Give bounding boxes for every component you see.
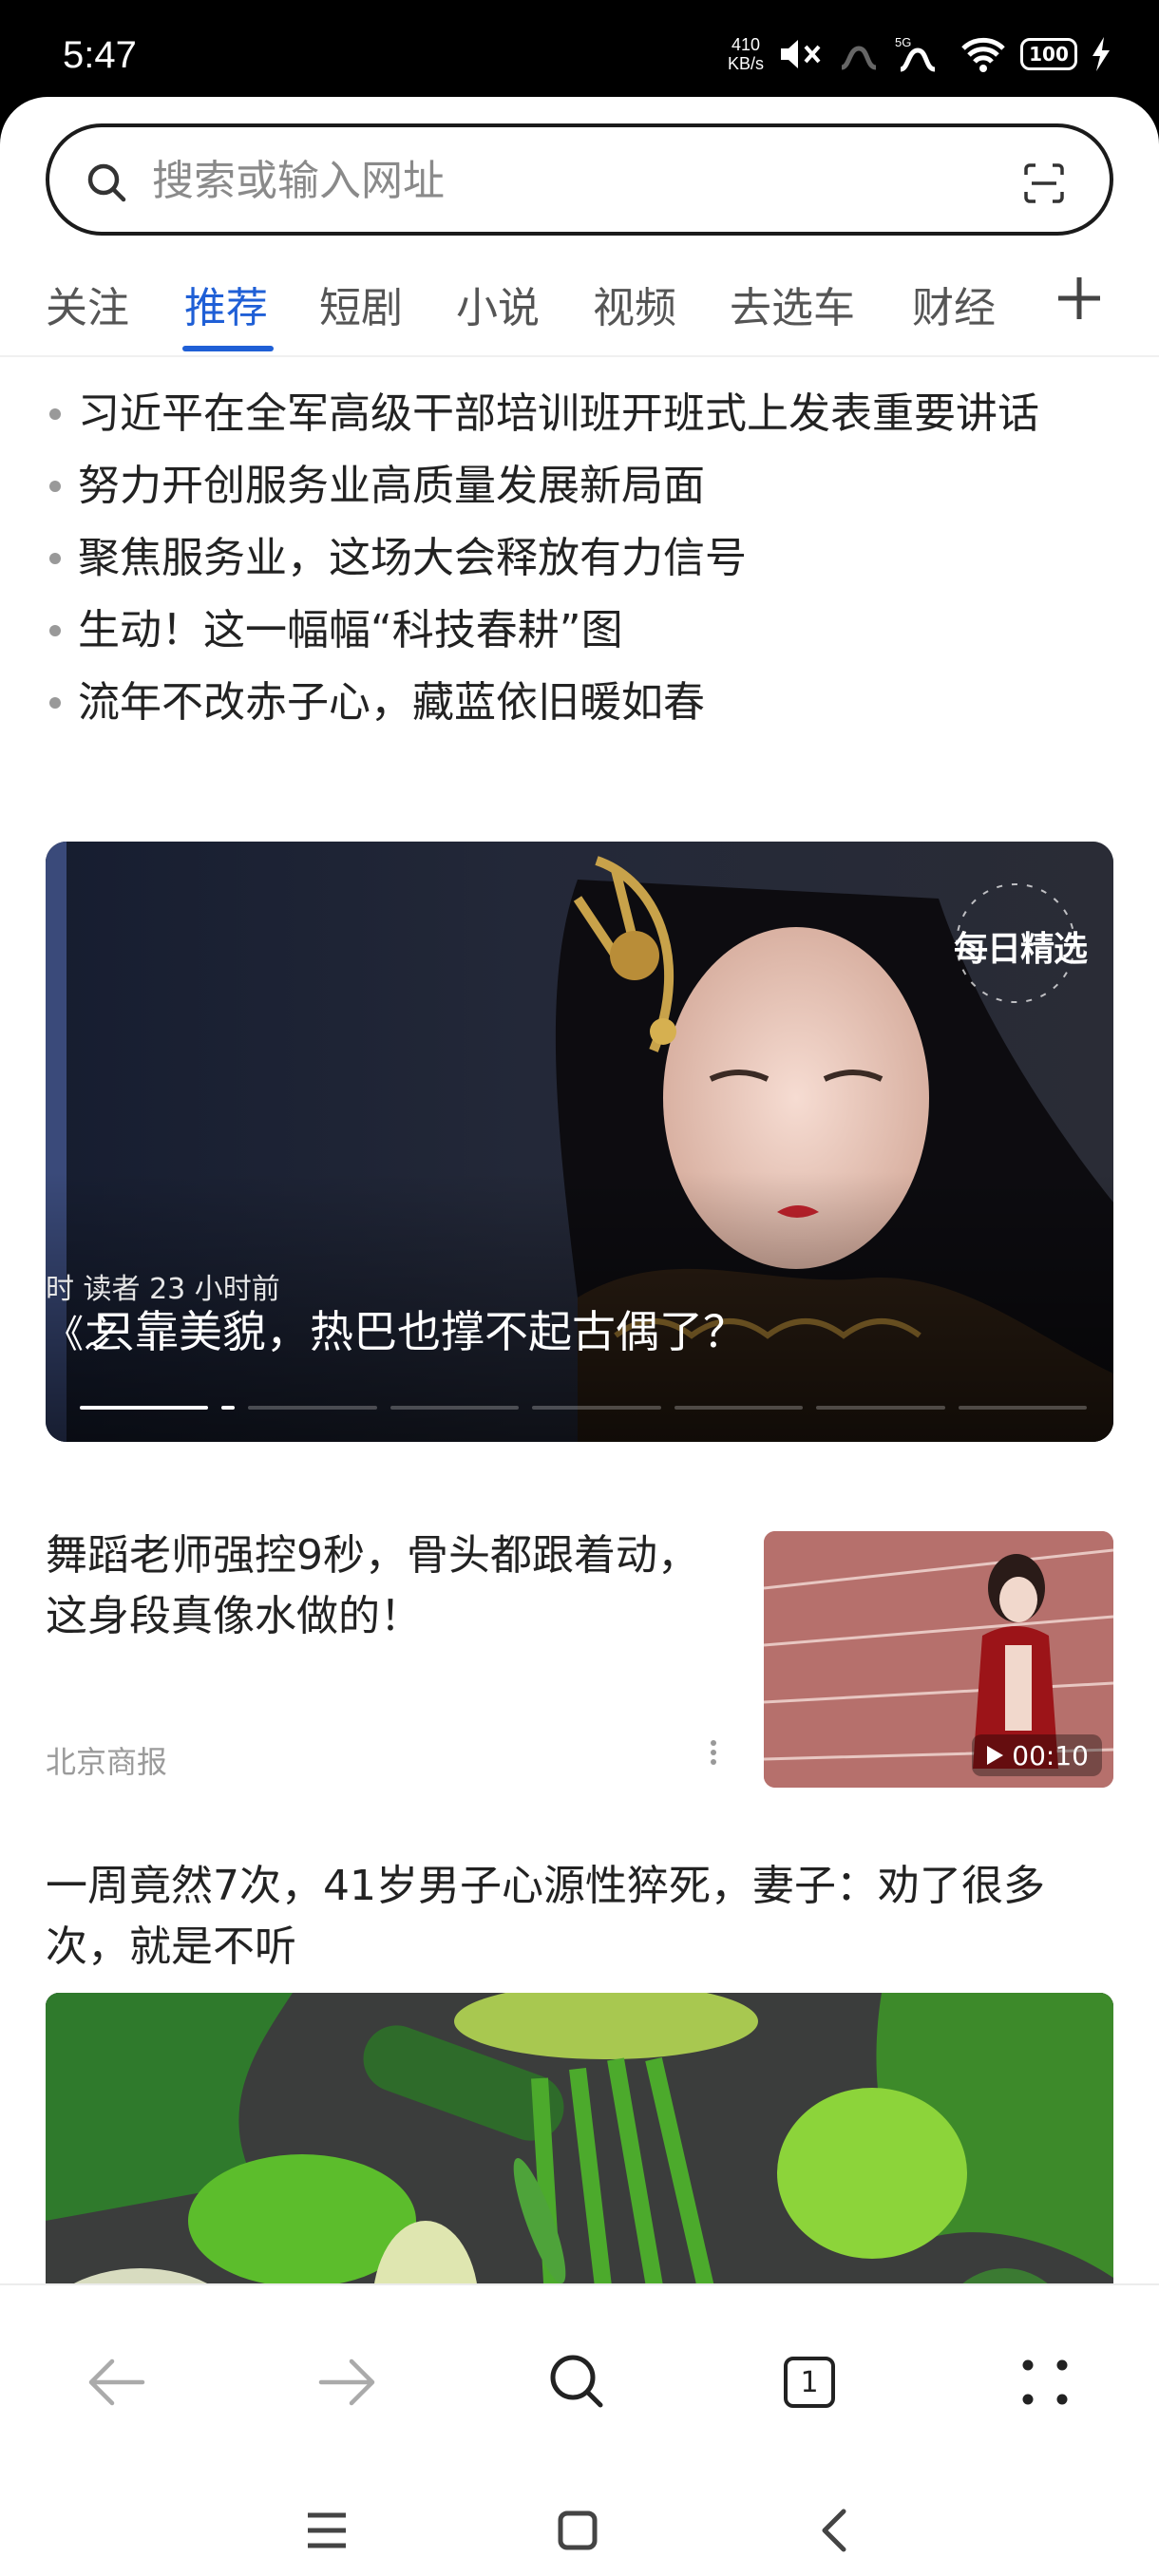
forward-button[interactable]: [300, 2335, 395, 2430]
tab-novel[interactable]: 小说: [456, 274, 540, 334]
more-options-icon[interactable]: [711, 1736, 720, 1774]
hot-news-item[interactable]: 努力开创服务业高质量发展新局面: [46, 456, 1119, 517]
news-video-thumbnail[interactable]: 00:10: [764, 1531, 1113, 1788]
carousel-progress: [80, 1406, 1087, 1411]
hot-news-list: 习近平在全军高级干部培训班开班式上发表重要讲话 努力开创服务业高质量发展新局面 …: [46, 384, 1119, 745]
menu-button[interactable]: [998, 2335, 1092, 2430]
featured-carousel[interactable]: 每日精选 时 读者 23 小时前 《之 只靠美貌，热巴也撑不起古偶了？: [46, 842, 1113, 1442]
network-speed: 410 KB/s: [727, 35, 764, 73]
home-button[interactable]: [540, 2492, 616, 2568]
search-icon: [87, 163, 126, 202]
scan-icon[interactable]: [1022, 161, 1066, 205]
charging-icon: [1092, 37, 1110, 71]
hot-news-item[interactable]: 习近平在全军高级干部培训班开班式上发表重要讲话: [46, 384, 1119, 445]
tab-video[interactable]: 视频: [593, 274, 676, 334]
play-icon: [987, 1746, 1004, 1765]
system-back-button[interactable]: [796, 2492, 872, 2568]
status-icons: 410 KB/s 5G 100: [728, 30, 1112, 78]
search-bar[interactable]: [46, 123, 1113, 236]
status-bar: 5:47 410 KB/s 5G 100: [0, 0, 1159, 103]
search-icon: [550, 2355, 603, 2408]
system-navigation-bar: [0, 2483, 1159, 2576]
channel-tabs: 关注 推荐 短剧 小说 视频 去选车 财经: [0, 249, 1159, 357]
news-title[interactable]: 一周竟然7次，41岁男子心源性猝死，妻子：劝了很多次，就是不听: [46, 1856, 1113, 1978]
arrow-left-icon: [88, 2358, 145, 2406]
tab-follow[interactable]: 关注: [46, 274, 129, 334]
tab-count: 1: [784, 2357, 835, 2408]
hot-news-item[interactable]: 流年不改赤子心，藏蓝依旧暖如春: [46, 672, 1119, 733]
hot-news-item[interactable]: 生动！这一幅幅“科技春耕”图: [46, 600, 1119, 661]
svg-text:5G: 5G: [895, 35, 911, 49]
square-icon: [558, 2510, 598, 2550]
active-tab-indicator: [182, 346, 274, 351]
add-channel-icon[interactable]: [1053, 272, 1106, 325]
hot-news-item[interactable]: 聚焦服务业，这场大会释放有力信号: [46, 528, 1119, 589]
battery-icon: 100: [1020, 38, 1077, 70]
editors-choice-badge: 每日精选: [944, 872, 1088, 1014]
search-input[interactable]: [150, 148, 971, 213]
browser-page: 关注 推荐 短剧 小说 视频 去选车 财经 习近平在全军高级干部培训班开班式上发…: [0, 97, 1159, 2576]
status-time: 5:47: [63, 34, 137, 76]
signal-5g-icon: 5G: [895, 35, 936, 72]
video-duration: 00:10: [972, 1734, 1102, 1776]
mute-icon: [781, 40, 821, 68]
news-source: 北京商报: [46, 1744, 168, 1780]
wifi-icon: [961, 37, 1005, 72]
chevron-left-icon: [822, 2509, 846, 2552]
more-dots-icon: [1022, 2359, 1068, 2405]
tab-short-drama[interactable]: 短剧: [319, 274, 403, 334]
bottom-toolbar: 1: [0, 2283, 1159, 2485]
news-title: 舞蹈老师强控9秒，骨头都跟着动，这身段真像水做的！: [46, 1531, 699, 1640]
recent-apps-button[interactable]: [289, 2492, 365, 2568]
news-item[interactable]: 舞蹈老师强控9秒，骨头都跟着动，这身段真像水做的！ 北京商报 00:10: [46, 1525, 1113, 1791]
tab-finance[interactable]: 财经: [912, 274, 996, 334]
back-button[interactable]: [68, 2335, 163, 2430]
search-button[interactable]: [530, 2335, 625, 2430]
arrow-right-icon: [318, 2358, 375, 2406]
signal-icon: [841, 46, 877, 70]
tab-recommend[interactable]: 推荐: [184, 274, 268, 334]
featured-title: 只靠美貌，热巴也撑不起古偶了？: [91, 1306, 747, 1357]
tabs-button[interactable]: 1: [762, 2335, 857, 2430]
tab-cars[interactable]: 去选车: [730, 274, 855, 334]
menu-lines-icon: [308, 2512, 346, 2548]
